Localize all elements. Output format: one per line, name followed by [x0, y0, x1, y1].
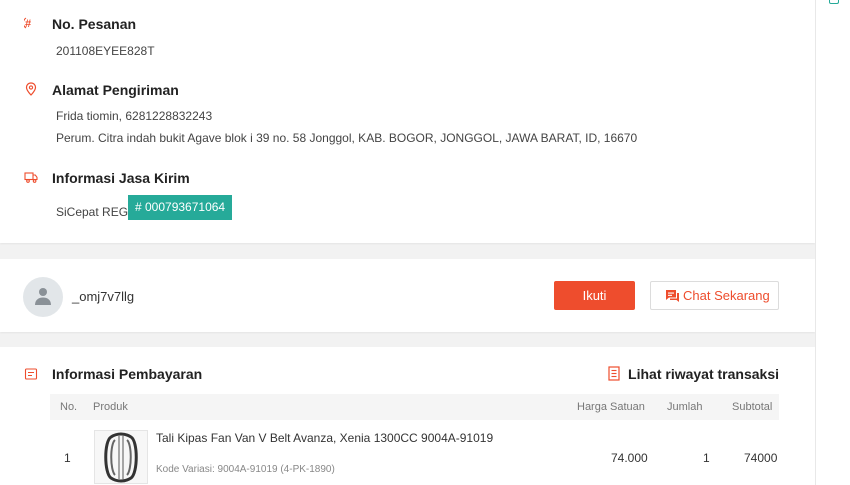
product-image — [95, 431, 147, 483]
row-qty: 1 — [703, 451, 710, 465]
avatar[interactable] — [23, 277, 63, 317]
column-no: No. — [60, 401, 78, 413]
column-qty: Jumlah — [667, 401, 703, 413]
row-unit-price: 74.000 — [611, 451, 648, 465]
product-variant: Kode Variasi: 9004A-91019 (4-PK-1890) — [156, 464, 335, 475]
right-sidebar — [815, 0, 850, 485]
address-title: Alamat Pengiriman — [52, 82, 179, 98]
row-subtotal: 74000 — [744, 451, 778, 465]
payment-title: Informasi Pembayaran — [52, 366, 203, 382]
document-icon — [608, 366, 620, 381]
chat-now-label: Chat Sekarang — [683, 288, 770, 303]
table-header: No. Produk Harga Satuan Jumlah Subtotal — [50, 394, 779, 420]
location-pin-icon — [25, 82, 37, 96]
user-icon — [35, 288, 51, 305]
truck-icon — [24, 172, 38, 183]
transaction-history-link[interactable]: Lihat riwayat transaksi — [628, 366, 779, 382]
chat-now-button[interactable]: Chat Sekarang — [650, 281, 779, 310]
payment-info-card: Informasi Pembayaran Lihat riwayat trans… — [0, 347, 815, 485]
order-number-title: No. Pesanan — [52, 16, 137, 32]
shop-card: _omj7v7llg Ikuti Chat Sekarang — [0, 259, 815, 332]
tracking-number-badge[interactable]: # 000793671064 — [128, 195, 233, 220]
row-no: 1 — [64, 451, 71, 465]
order-number-value: 201108EYEE828T — [56, 44, 155, 58]
order-info-card: # No. Pesanan 201108EYEE828T Alamat Peng… — [0, 0, 815, 243]
courier-text: SiCepat REG — [56, 205, 129, 219]
receipt-icon — [24, 368, 38, 380]
sidebar-icon[interactable] — [829, 0, 839, 4]
svg-text:#: # — [25, 18, 31, 30]
product-name[interactable]: Tali Kipas Fan Van V Belt Avanza, Xenia … — [156, 431, 493, 445]
column-subtotal: Subtotal — [732, 401, 773, 413]
shop-name[interactable]: _omj7v7llg — [72, 289, 134, 304]
shipping-title: Informasi Jasa Kirim — [52, 170, 190, 186]
recipient-text: Frida tiomin, 6281228832243 — [56, 109, 213, 123]
column-unit-price: Harga Satuan — [577, 401, 645, 413]
column-product: Produk — [93, 401, 128, 413]
follow-button[interactable]: Ikuti — [554, 281, 635, 310]
address-text: Perum. Citra indah bukit Agave blok i 39… — [56, 131, 638, 145]
product-thumbnail[interactable] — [94, 430, 148, 484]
hash-icon: # — [24, 17, 31, 30]
chat-icon — [666, 290, 679, 302]
